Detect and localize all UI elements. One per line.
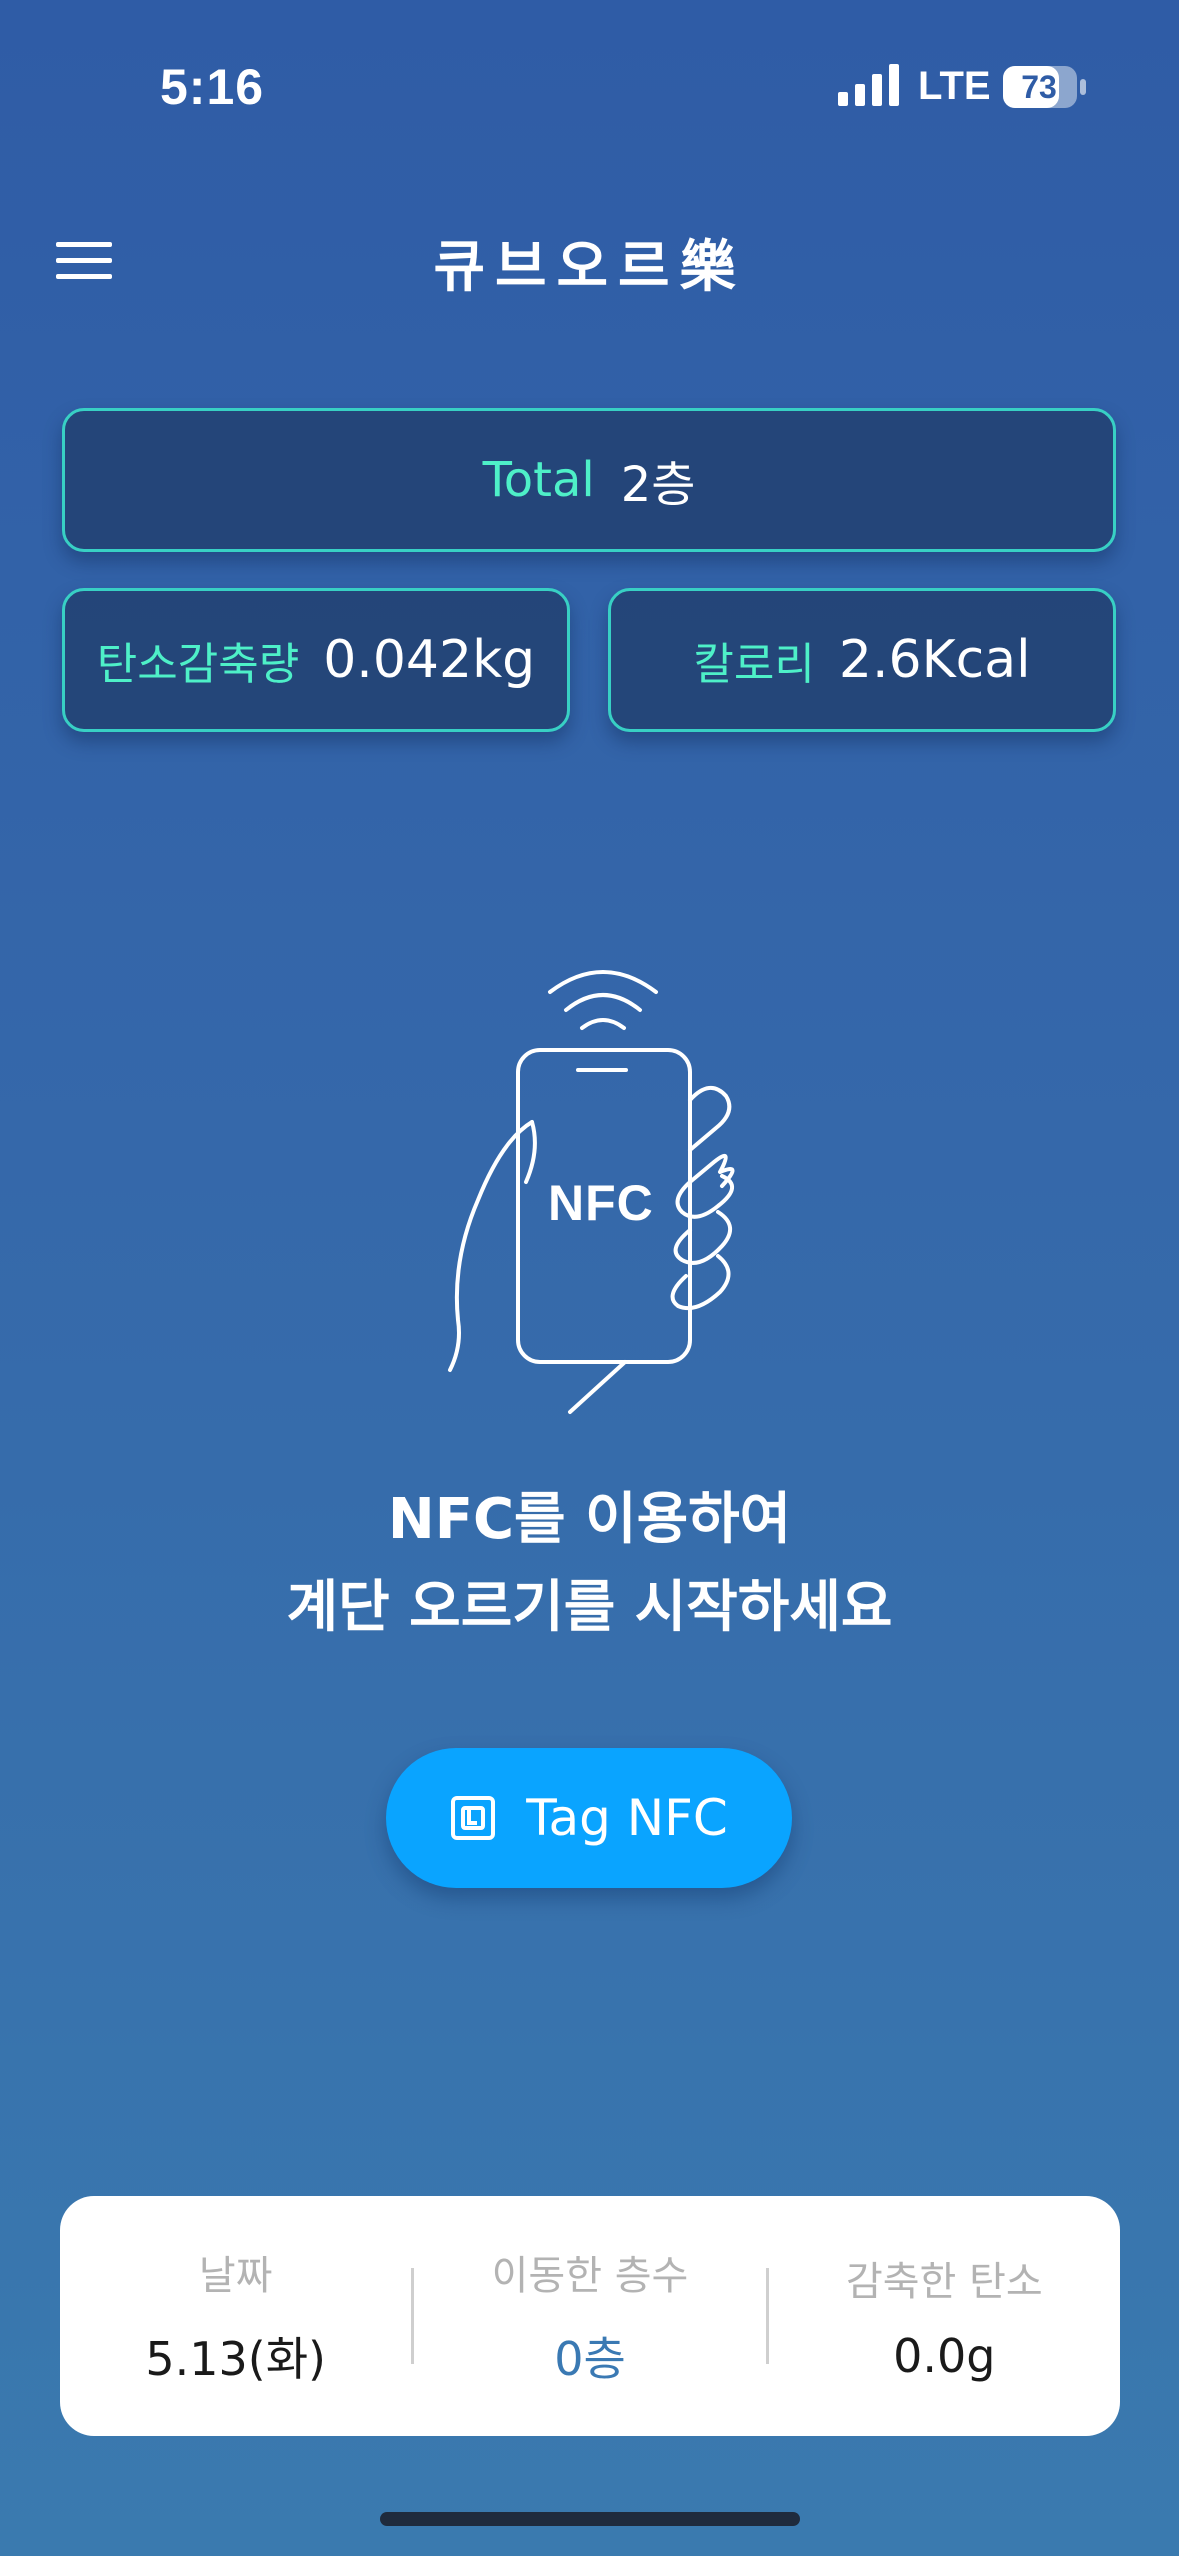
daily-summary-panel: 날짜 5.13(화) 이동한 층수 0층 감축한 탄소 0.0g xyxy=(60,2196,1120,2436)
carbon-label: 탄소감축량 xyxy=(96,639,300,690)
calorie-card: 칼로리 2.6Kcal xyxy=(608,588,1116,732)
total-value: 2층 xyxy=(620,457,696,513)
carbon-reduction-card: 탄소감축량 0.042kg xyxy=(62,588,570,732)
network-label: LTE xyxy=(918,64,991,108)
floors-value: 0층 xyxy=(554,2332,626,2386)
phone-nfc-text: NFC xyxy=(548,1175,654,1231)
status-time: 5:16 xyxy=(160,59,265,115)
instruction-line-1: NFC를 이용하여 xyxy=(387,1487,792,1552)
carbon-reduced-label: 감축한 탄소 xyxy=(845,2259,1043,2305)
home-indicator[interactable] xyxy=(380,2512,800,2526)
tag-nfc-label: Tag NFC xyxy=(526,1789,728,1847)
carbon-reduced-value: 0.0g xyxy=(893,2329,996,2383)
date-label: 날짜 xyxy=(198,2253,273,2299)
carbon-value: 0.042kg xyxy=(323,630,536,690)
instruction-line-2: 계단 오르기를 시작하세요 xyxy=(286,1575,893,1640)
calorie-label: 칼로리 xyxy=(693,639,815,690)
tag-nfc-button[interactable]: Tag NFC xyxy=(386,1748,792,1888)
total-floors-card: Total 2층 xyxy=(62,408,1116,552)
floors-label: 이동한 층수 xyxy=(491,2253,689,2299)
app-title: 큐브오르樂 xyxy=(433,235,746,300)
date-value: 5.13(화) xyxy=(145,2332,326,2386)
status-bar: 5:16 LTE 73 xyxy=(0,0,1179,170)
summary-carbon: 감축한 탄소 0.0g xyxy=(769,2196,1120,2436)
battery-level: 73 xyxy=(1021,69,1057,105)
calorie-value: 2.6Kcal xyxy=(838,630,1031,690)
instruction-text: NFC를 이용하여 계단 오르기를 시작하세요 xyxy=(0,1476,1179,1652)
nfc-chip-icon xyxy=(451,1796,496,1840)
total-label: Total xyxy=(482,452,595,508)
summary-floors: 이동한 층수 0층 xyxy=(414,2196,765,2436)
summary-date: 날짜 5.13(화) xyxy=(60,2196,411,2436)
signal-icon xyxy=(838,64,899,106)
